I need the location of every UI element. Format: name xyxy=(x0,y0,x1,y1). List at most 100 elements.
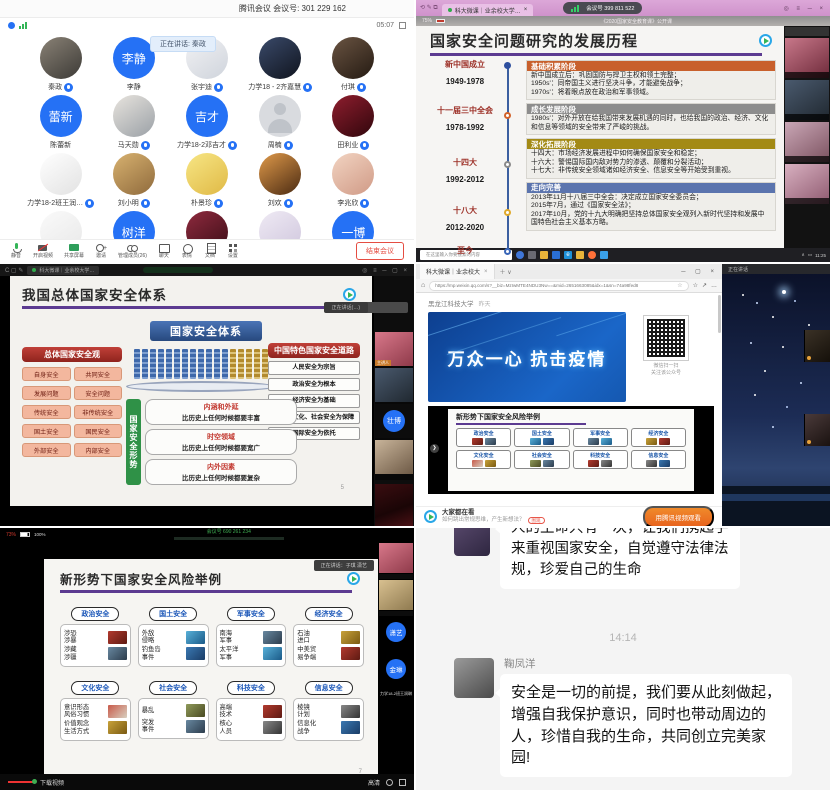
browser-tab[interactable]: 科大微课｜业余校大学…× xyxy=(442,4,534,16)
end-meeting-button[interactable]: 结束会议 xyxy=(356,242,404,260)
system-tray[interactable]: ∧▭11:25 xyxy=(802,252,827,258)
participant-tile[interactable]: 马天勋 xyxy=(97,92,170,150)
chat-button[interactable]: 聊天 xyxy=(158,243,170,259)
close-tab-icon[interactable]: × xyxy=(524,7,528,13)
emoji-button[interactable]: 表情 xyxy=(181,243,193,259)
video-thumbnail[interactable] xyxy=(785,164,829,204)
embedded-video-player[interactable]: ❯ 新形势下国家安全风险举例 政治安全 国土安全 军事安全 经济安全 文化安全 … xyxy=(428,406,714,494)
progress-bar[interactable] xyxy=(8,781,34,783)
participant-tile[interactable]: 树洋 xyxy=(97,208,170,240)
task-view-icon[interactable] xyxy=(528,251,536,259)
settings-button[interactable]: 设置 xyxy=(227,243,239,259)
video-thumbnail[interactable] xyxy=(379,543,413,573)
participant-name: 陈蕾新 xyxy=(50,140,71,150)
video-thumbnail[interactable] xyxy=(379,580,413,610)
favorites-icon[interactable]: ☆ xyxy=(693,282,698,289)
share-icon[interactable]: ↗ xyxy=(702,282,707,289)
manage-members-button[interactable]: 管理成员(26) xyxy=(118,243,147,259)
photo-thumb xyxy=(341,705,360,718)
download-video-button[interactable]: 下载视频 xyxy=(40,778,64,787)
window-controls[interactable]: ─ ▢ × xyxy=(681,268,718,275)
camera-button[interactable]: 开启视频 xyxy=(33,243,53,259)
video-thumbnail[interactable] xyxy=(804,414,830,446)
avatar xyxy=(259,211,301,240)
folder-icon[interactable] xyxy=(540,251,548,259)
participant-tile[interactable] xyxy=(170,208,243,240)
mute-button[interactable]: 静音 xyxy=(10,243,22,259)
participant-tile[interactable]: 蕾新陈蕾新 xyxy=(24,92,97,150)
settings-icon[interactable] xyxy=(386,779,393,786)
participant-tile[interactable]: 一博 xyxy=(317,208,390,240)
security-diagram: 国家安全体系 总体国家安全观 自身安全共同安全 发展问题安全问题 传统安全非传统… xyxy=(22,313,360,495)
nav-icons[interactable]: ⟲ ✎ ⧉ xyxy=(420,4,438,12)
video-thumbnail[interactable]: 主讲人 xyxy=(375,332,413,366)
close-tab-icon[interactable]: × xyxy=(484,269,488,275)
video-thumbnail[interactable] xyxy=(785,80,829,120)
stage-card: 走向完善2013年11月十八届三中全会：决定成立国家安全委员会；2015年7月，… xyxy=(526,182,776,231)
video-thumbnail[interactable] xyxy=(375,484,413,526)
nav-icons[interactable]: C ▢ ✎ xyxy=(5,267,23,274)
participant-tile[interactable]: 吉才力学18-2邓吉才 xyxy=(170,92,243,150)
home-icon[interactable]: ⌂ xyxy=(421,282,425,289)
video-thumbnail[interactable]: 金琳 xyxy=(379,654,413,684)
video-thumbnail[interactable] xyxy=(785,122,829,162)
article-banner[interactable]: 万众一心 抗击疫情 xyxy=(428,312,626,402)
avatar[interactable] xyxy=(454,658,494,698)
watch-on-tencent-button[interactable]: 用腾讯视频观看 xyxy=(643,506,715,527)
fullscreen-icon[interactable] xyxy=(399,779,406,786)
participant-tile[interactable]: 李兆欣 xyxy=(317,150,390,208)
window-controls[interactable]: ◎ ≡ ─ ▢ × xyxy=(362,267,409,274)
fullscreen-icon[interactable] xyxy=(399,22,406,29)
avatar xyxy=(40,37,82,79)
participant-tile[interactable] xyxy=(244,208,317,240)
speaker-video-feed[interactable]: 正在讲话 xyxy=(722,264,830,526)
address-input[interactable]: https://mp.weixin.qq.com/s?__biz=MzIwMTE… xyxy=(429,281,688,291)
browser-tab[interactable]: 科大微课｜业余校大× xyxy=(420,264,495,279)
video-thumbnail[interactable]: 潇艺 xyxy=(379,617,413,647)
window-controls[interactable]: ◎ ≡ ─ × xyxy=(784,5,827,12)
scrollbar[interactable] xyxy=(718,295,721,333)
share-screen-button[interactable]: 共享屏幕 xyxy=(64,243,84,259)
explorer-icon[interactable] xyxy=(576,251,584,259)
video-thumbnail[interactable]: 壮博 xyxy=(375,404,413,438)
watch-tag[interactable]: 围观 xyxy=(528,517,545,525)
participant-tile[interactable]: 田利业 xyxy=(317,92,390,150)
app-icon[interactable] xyxy=(552,251,560,259)
system-slide: 我国总体国家安全体系 国家安全体系 总体国家安全观 自身安全共同安全 发展问题安… xyxy=(10,276,372,506)
app-icon[interactable] xyxy=(600,251,608,259)
more-icon[interactable]: … xyxy=(711,283,717,289)
firefox-icon[interactable] xyxy=(588,251,596,259)
timeline-dot xyxy=(504,248,511,255)
status-topbar: 73% 100% 会议号 690 261 234 xyxy=(0,528,414,541)
invite-button[interactable]: 邀请 xyxy=(95,243,107,259)
mic-badge-icon xyxy=(85,199,94,208)
account-name[interactable]: 黑龙江科技大学 xyxy=(428,298,474,308)
battery-percent: 75% xyxy=(422,18,432,24)
video-thumbnail[interactable] xyxy=(785,38,829,78)
participant-tile[interactable]: 刘小明 xyxy=(97,150,170,208)
avatar: 李静 xyxy=(113,37,155,79)
participant-tile[interactable]: 力学18 - 2齐嘉慧 xyxy=(244,34,317,92)
participant-tile[interactable]: 秦政 xyxy=(24,34,97,92)
participant-tile[interactable] xyxy=(24,208,97,240)
mic-badge-icon xyxy=(141,199,150,208)
browser-tab[interactable]: 科大微课｜业余校大学… xyxy=(27,266,99,275)
participant-tile[interactable]: 周楠 xyxy=(244,92,317,150)
video-thumbnail[interactable] xyxy=(804,330,830,362)
participant-tile[interactable]: 刘欢 xyxy=(244,150,317,208)
slide-title: 国家安全问题研究的发展历程 xyxy=(430,30,638,51)
avatar[interactable] xyxy=(454,528,490,556)
footer-headline: 大家都在看 xyxy=(442,509,545,517)
video-thumbnail[interactable] xyxy=(375,440,413,474)
quality-button[interactable]: 高清 xyxy=(368,778,380,787)
bookmark-star-icon[interactable]: ☆ xyxy=(677,282,682,289)
expand-arrow-icon[interactable]: ❯ xyxy=(430,444,439,453)
participant-tile[interactable]: 力学18-2班王润… xyxy=(24,150,97,208)
new-tab-button[interactable]: ＋ ∨ xyxy=(500,267,512,276)
participant-tile[interactable]: 朴景珍 xyxy=(170,150,243,208)
participant-tile[interactable]: 付琪 xyxy=(317,34,390,92)
avatar xyxy=(332,37,374,79)
docs-button[interactable]: 文档 xyxy=(204,243,216,259)
video-thumbnail[interactable] xyxy=(375,368,413,402)
edge-icon[interactable]: e xyxy=(564,251,572,259)
